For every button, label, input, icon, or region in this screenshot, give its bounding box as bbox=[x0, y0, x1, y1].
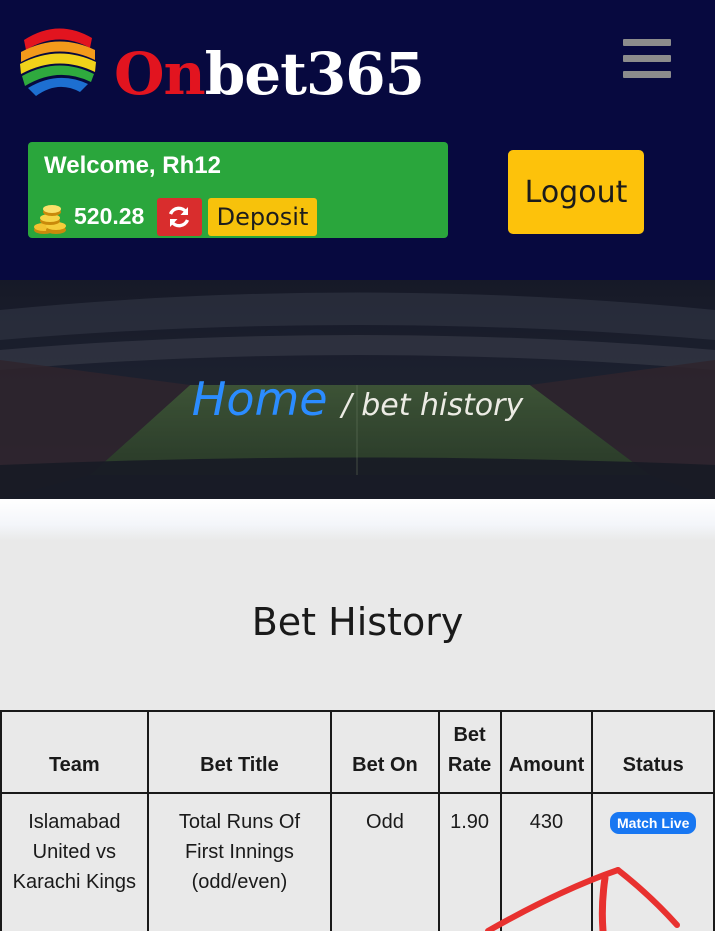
column-header-bet-rate-line1: Bet bbox=[453, 724, 486, 746]
breadcrumb-home-link[interactable]: Home bbox=[192, 372, 328, 426]
column-header-team: Team bbox=[0, 710, 149, 794]
breadcrumb: Home / bet history bbox=[0, 372, 715, 426]
logout-button[interactable]: Logout bbox=[508, 150, 644, 234]
column-header-bet-rate: Bet Rate bbox=[437, 710, 502, 794]
site-logo[interactable]: Onbet365 bbox=[18, 18, 425, 108]
cell-bet-title: Total Runs Of First Innings (odd/even) bbox=[146, 792, 333, 931]
hamburger-menu-icon[interactable] bbox=[620, 36, 674, 82]
column-header-bet-rate-line2: Rate bbox=[447, 754, 492, 776]
breadcrumb-current: / bet history bbox=[341, 388, 524, 423]
bet-history-table: Team Bet Title Bet On Bet Rate Amount Sta… bbox=[0, 710, 715, 931]
section-divider bbox=[0, 499, 715, 541]
table-header-row: Team Bet Title Bet On Bet Rate Amount Sta… bbox=[0, 710, 715, 794]
logo-text-white: bet365 bbox=[204, 40, 425, 108]
cell-amount: 430 bbox=[499, 792, 594, 931]
status-badge[interactable]: Match Live bbox=[610, 812, 697, 834]
refresh-icon bbox=[168, 206, 190, 228]
table-row: Islamabad United vs Karachi Kings Total … bbox=[0, 792, 715, 931]
stadium-banner: Home / bet history bbox=[0, 280, 715, 499]
logo-wordmark: Onbet365 bbox=[114, 44, 425, 104]
cell-bet-rate: 1.90 bbox=[437, 792, 502, 931]
logo-ball-icon bbox=[20, 28, 96, 96]
account-panel: Welcome, Rh12 520.28 Deposit bbox=[28, 142, 448, 238]
gold-coins-icon bbox=[34, 205, 66, 234]
column-header-amount: Amount bbox=[499, 710, 594, 794]
column-header-bet-on: Bet On bbox=[330, 710, 440, 794]
page-title: Bet History bbox=[251, 600, 464, 644]
balance-amount: 520.28 bbox=[74, 203, 145, 229]
cell-bet-on: Odd bbox=[330, 792, 440, 931]
column-header-status: Status bbox=[591, 710, 715, 794]
site-header: Onbet365 Welcome, Rh12 520.28 Deposit Lo… bbox=[0, 0, 715, 280]
refresh-balance-button[interactable] bbox=[157, 198, 202, 236]
welcome-message: Welcome, Rh12 bbox=[44, 152, 221, 179]
cell-status: Match Live bbox=[591, 792, 715, 931]
deposit-button[interactable]: Deposit bbox=[208, 198, 317, 236]
column-header-bet-title: Bet Title bbox=[146, 710, 333, 794]
logo-text-red: On bbox=[114, 40, 206, 108]
cell-team: Islamabad United vs Karachi Kings bbox=[0, 792, 149, 931]
